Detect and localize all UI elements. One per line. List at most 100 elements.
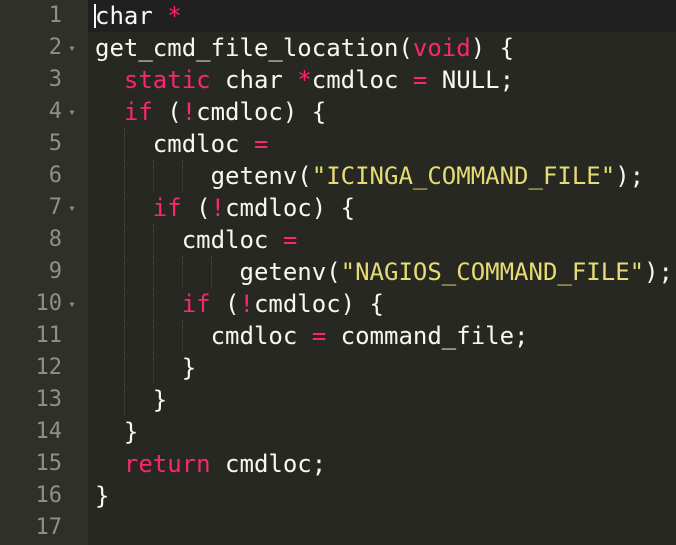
indent-guide — [210, 256, 213, 288]
code-token: "ICINGA_COMMAND_FILE" — [311, 162, 616, 190]
indent-guide — [152, 352, 155, 384]
code-token: if — [152, 194, 182, 222]
gutter-line[interactable]: 4 ▾ — [0, 96, 88, 128]
code-line[interactable]: } — [182, 352, 196, 384]
code-token: ( — [181, 194, 211, 222]
gutter-line[interactable]: 2 ▾ — [0, 32, 88, 64]
code-token: "NAGIOS_COMMAND_FILE" — [340, 258, 645, 286]
code-token: ); — [615, 162, 645, 190]
code-line[interactable]: cmdloc = command_file; — [211, 320, 529, 352]
indent-guide — [152, 224, 155, 256]
line-number: 14 — [35, 419, 63, 444]
code-token: cmdloc — [152, 130, 254, 158]
code-line[interactable]: get_cmd_file_location(void) { — [95, 32, 514, 64]
indent-guide — [123, 128, 126, 160]
code-line[interactable]: getenv("ICINGA_COMMAND_FILE"); — [211, 160, 645, 192]
code-line[interactable]: } — [95, 480, 109, 512]
code-token: getenv( — [210, 162, 312, 190]
gutter-line[interactable]: 17 — [0, 512, 88, 544]
line-number: 8 — [48, 227, 62, 252]
gutter-line[interactable]: 7 ▾ — [0, 192, 88, 224]
line-number: 6 — [48, 163, 62, 188]
gutter-line[interactable]: 9 — [0, 256, 88, 288]
gutter-line[interactable]: 3 — [0, 64, 88, 96]
line-number: 12 — [35, 355, 63, 380]
indent-guide — [181, 160, 184, 192]
code-token: ! — [239, 290, 254, 318]
gutter-line[interactable]: 5 — [0, 128, 88, 160]
gutter-line[interactable]: 16 — [0, 480, 88, 512]
line-number: 16 — [35, 483, 63, 508]
indent-guide — [152, 256, 155, 288]
code-editor[interactable]: 1 2 ▾ 3 4 ▾ 5 6 7 ▾ 8 9 10 ▾ 11 12 13 14 15 16 17 char * get_… — [0, 0, 676, 545]
gutter-line[interactable]: 10 ▾ — [0, 288, 88, 320]
gutter-line[interactable]: 11 — [0, 320, 88, 352]
code-token: if — [123, 98, 153, 126]
code-token: void — [412, 34, 471, 62]
code-line[interactable]: char * — [95, 0, 182, 32]
line-number: 7 — [48, 195, 62, 220]
code-token: cmdloc) { — [196, 98, 327, 126]
code-line[interactable]: cmdloc = — [182, 224, 298, 256]
code-line[interactable]: if (!cmdloc) { — [182, 288, 384, 320]
line-number: 9 — [48, 259, 62, 284]
code-area[interactable]: char * get_cmd_file_location(void) {stati… — [88, 0, 676, 545]
code-line[interactable]: } — [153, 384, 167, 416]
code-token: * — [297, 66, 312, 94]
code-token: char — [95, 2, 168, 30]
line-number: 5 — [48, 131, 62, 156]
gutter-line[interactable]: 13 — [0, 384, 88, 416]
code-token: cmdloc) { — [225, 194, 356, 222]
code-line[interactable]: return cmdloc; — [124, 448, 326, 480]
gutter-line[interactable]: 8 — [0, 224, 88, 256]
code-token: cmdloc — [311, 66, 413, 94]
code-token: if — [181, 290, 211, 318]
code-token: = — [412, 66, 428, 94]
gutter-line[interactable]: 6 — [0, 160, 88, 192]
code-token: = — [282, 226, 298, 254]
gutter-line[interactable]: 14 — [0, 416, 88, 448]
code-token: } — [123, 418, 139, 446]
line-number: 2 — [48, 35, 62, 60]
indent-guide — [152, 288, 155, 320]
code-token: static — [123, 66, 211, 94]
code-token: cmdloc — [210, 322, 312, 350]
code-line[interactable]: getenv("NAGIOS_COMMAND_FILE"); — [240, 256, 674, 288]
chevron-down-icon[interactable]: ▾ — [66, 96, 78, 128]
code-token: ) { — [470, 34, 515, 62]
code-token: ! — [181, 98, 197, 126]
indent-guide — [181, 256, 184, 288]
code-token: } — [152, 386, 168, 414]
gutter-line[interactable]: 12 — [0, 352, 88, 384]
chevron-down-icon[interactable]: ▾ — [66, 288, 78, 320]
line-number-gutter[interactable]: 1 2 ▾ 3 4 ▾ 5 6 7 ▾ 8 9 10 ▾ 11 12 13 14 15 16 17 — [0, 0, 88, 545]
chevron-down-icon[interactable]: ▾ — [66, 192, 78, 224]
code-line[interactable]: if (!cmdloc) { — [124, 96, 326, 128]
indent-guide — [123, 384, 126, 416]
code-line[interactable]: static char *cmdloc = NULL; — [124, 64, 514, 96]
code-token: = — [253, 130, 269, 158]
line-number: 15 — [35, 451, 63, 476]
code-token: ( — [210, 290, 240, 318]
code-line[interactable]: cmdloc = — [153, 128, 269, 160]
code-line[interactable]: } — [124, 416, 138, 448]
code-token: ); — [644, 258, 673, 286]
line-number: 13 — [35, 387, 63, 412]
code-token: = — [311, 322, 327, 350]
code-token: char — [210, 66, 298, 94]
code-token: return — [123, 450, 211, 478]
code-token: cmdloc; — [210, 450, 327, 478]
indent-guide — [123, 224, 126, 256]
indent-guide — [152, 160, 155, 192]
line-number: 4 — [48, 99, 62, 124]
indent-guide — [123, 160, 126, 192]
gutter-line[interactable]: 15 — [0, 448, 88, 480]
code-token: * — [167, 2, 182, 30]
indent-guide — [123, 320, 126, 352]
line-number: 1 — [48, 3, 62, 28]
chevron-down-icon[interactable]: ▾ — [66, 32, 78, 64]
gutter-line[interactable]: 1 — [0, 0, 88, 32]
indent-guide — [123, 192, 126, 224]
code-token: command_file; — [326, 322, 529, 350]
code-line[interactable]: if (!cmdloc) { — [153, 192, 355, 224]
